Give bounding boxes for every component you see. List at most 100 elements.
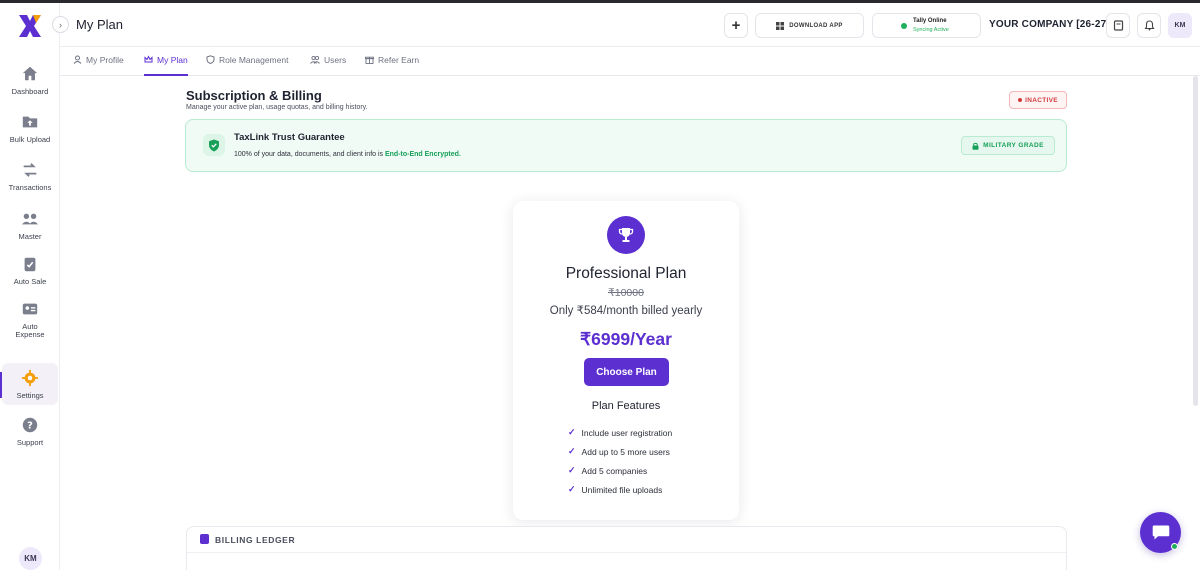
group-icon xyxy=(21,213,39,225)
billing-ledger-title: BILLING LEDGER xyxy=(215,535,296,545)
user-avatar[interactable]: KM xyxy=(1168,13,1192,38)
sidebar-item-auto-sale[interactable]: Auto Sale xyxy=(2,255,58,286)
feature-label: Add 5 companies xyxy=(581,465,648,476)
list-item: ✓ Include user registration xyxy=(568,427,672,438)
notifications-button[interactable] xyxy=(1137,13,1161,38)
sidebar-avatar[interactable]: KM xyxy=(19,547,42,570)
tab-label: My Profile xyxy=(86,55,124,65)
tab-label: My Plan xyxy=(157,55,188,65)
book-button[interactable] xyxy=(1106,13,1130,38)
tally-status[interactable]: Tally Online Syncing Active xyxy=(872,13,981,38)
home-icon xyxy=(22,66,38,81)
app-logo[interactable] xyxy=(17,13,43,39)
sidebar-item-label: Settings xyxy=(16,391,44,400)
chat-icon xyxy=(1152,525,1169,540)
trust-title: TaxLink Trust Guarantee xyxy=(234,132,345,143)
transfer-icon xyxy=(23,163,37,177)
clipboard-check-icon xyxy=(24,257,36,272)
tab-label: Role Management xyxy=(219,55,289,65)
ledger-icon xyxy=(200,534,209,544)
list-item: ✓ Add 5 companies xyxy=(568,465,647,476)
sidebar-item-auto-expense[interactable]: Auto Expense xyxy=(2,300,58,339)
billing-ledger-header: BILLING LEDGER xyxy=(187,527,1066,553)
trophy-icon xyxy=(607,216,645,254)
top-header: › My Plan + DOWNLOAD APP Tally Online Sy… xyxy=(52,3,1200,47)
download-app-button[interactable]: DOWNLOAD APP xyxy=(755,13,864,38)
sidebar-item-dashboard[interactable]: Dashboard xyxy=(2,65,58,96)
section-description: Manage your active plan, usage quotas, a… xyxy=(186,104,368,111)
feature-label: Include user registration xyxy=(581,427,673,438)
tab-label: Users xyxy=(324,55,347,65)
tab-my-profile[interactable]: My Profile xyxy=(73,55,124,76)
check-icon: ✓ xyxy=(568,446,576,456)
page-title: My Plan xyxy=(76,17,123,32)
page-scrollbar[interactable] xyxy=(1193,76,1198,406)
tab-label: Refer Earn xyxy=(378,55,420,65)
tab-users[interactable]: Users xyxy=(310,55,346,76)
military-grade-label: MILITARY GRADE xyxy=(983,142,1044,149)
plan-features-title: Plan Features xyxy=(591,400,661,412)
section-title: Subscription & Billing xyxy=(186,88,322,103)
id-card-icon xyxy=(22,303,38,315)
sidebar-item-label: Master xyxy=(18,232,42,241)
svg-text:?: ? xyxy=(27,421,33,432)
trust-guarantee-banner: TaxLink Trust Guarantee 100% of your dat… xyxy=(185,119,1067,172)
user-icon xyxy=(73,55,82,64)
sidebar-item-label: Auto Expense xyxy=(15,322,45,339)
sidebar-item-label: Bulk Upload xyxy=(9,135,51,144)
sidebar: Dashboard Bulk Upload Transactions Maste… xyxy=(0,3,60,570)
sidebar-item-label: Auto Sale xyxy=(13,277,47,286)
plan-original-price: ₹10000 xyxy=(608,287,644,299)
lock-icon xyxy=(972,142,979,150)
crown-icon xyxy=(144,55,153,63)
plan-monthly-price: Only ₹584/month billed yearly xyxy=(549,305,703,317)
sidebar-item-label: Transactions xyxy=(8,183,52,192)
check-icon: ✓ xyxy=(568,484,576,494)
tally-sync-label: Syncing Active xyxy=(913,27,949,33)
users-icon xyxy=(310,55,320,64)
windows-icon xyxy=(776,21,785,30)
encryption-highlight: End-to-End Encrypted. xyxy=(384,151,461,158)
company-selector[interactable]: YOUR COMPANY [26-27] xyxy=(989,19,1110,30)
status-dot-icon xyxy=(1018,98,1023,102)
sidebar-item-label: Dashboard xyxy=(11,87,49,96)
tab-refer-earn[interactable]: Refer Earn xyxy=(365,55,419,76)
sidebar-item-support[interactable]: ? Support xyxy=(2,416,58,447)
feature-label: Unlimited file uploads xyxy=(581,484,663,495)
shield-check-icon xyxy=(203,134,225,156)
plus-icon: + xyxy=(731,17,741,34)
sidebar-item-master[interactable]: Master xyxy=(2,210,58,241)
plan-name: Professional Plan xyxy=(565,265,687,282)
sidebar-item-label: Support xyxy=(16,438,44,447)
status-dot-icon xyxy=(901,23,907,29)
trust-description: 100% of your data, documents, and client… xyxy=(234,151,461,158)
sidebar-item-bulk-upload[interactable]: Bulk Upload xyxy=(2,113,58,144)
military-grade-badge: MILITARY GRADE xyxy=(961,136,1055,155)
status-badge: INACTIVE xyxy=(1009,91,1067,109)
feature-label: Add up to 5 more users xyxy=(581,446,670,457)
tab-my-plan[interactable]: My Plan xyxy=(144,55,188,76)
status-badge-label: INACTIVE xyxy=(1025,96,1058,104)
plan-card: Professional Plan ₹10000 Only ₹584/month… xyxy=(513,201,739,520)
list-item: ✓ Add up to 5 more users xyxy=(568,446,670,457)
choose-plan-button[interactable]: Choose Plan xyxy=(584,358,669,386)
download-app-label: DOWNLOAD APP xyxy=(789,22,843,29)
shield-icon xyxy=(206,55,215,64)
add-button[interactable]: + xyxy=(724,13,748,38)
tab-role-management[interactable]: Role Management xyxy=(206,55,288,76)
sidebar-item-transactions[interactable]: Transactions xyxy=(2,161,58,192)
settings-tabs: My Profile My Plan Role Management Users… xyxy=(60,48,1200,76)
book-icon xyxy=(1113,20,1123,31)
sidebar-item-settings[interactable]: Settings xyxy=(2,363,58,405)
check-icon: ✓ xyxy=(568,427,576,437)
tally-status-label: Tally Online xyxy=(913,18,947,24)
gift-icon xyxy=(365,56,374,64)
bell-icon xyxy=(1143,20,1155,31)
sidebar-collapse-button[interactable]: › xyxy=(52,16,69,33)
billing-ledger: BILLING LEDGER xyxy=(186,526,1067,570)
trust-description-text: 100% of your data, documents, and client… xyxy=(234,151,385,158)
plan-price: ₹6999/Year xyxy=(580,329,672,349)
list-item: ✓ Unlimited file uploads xyxy=(568,484,662,495)
gear-icon xyxy=(21,369,39,387)
upload-icon xyxy=(22,116,38,128)
